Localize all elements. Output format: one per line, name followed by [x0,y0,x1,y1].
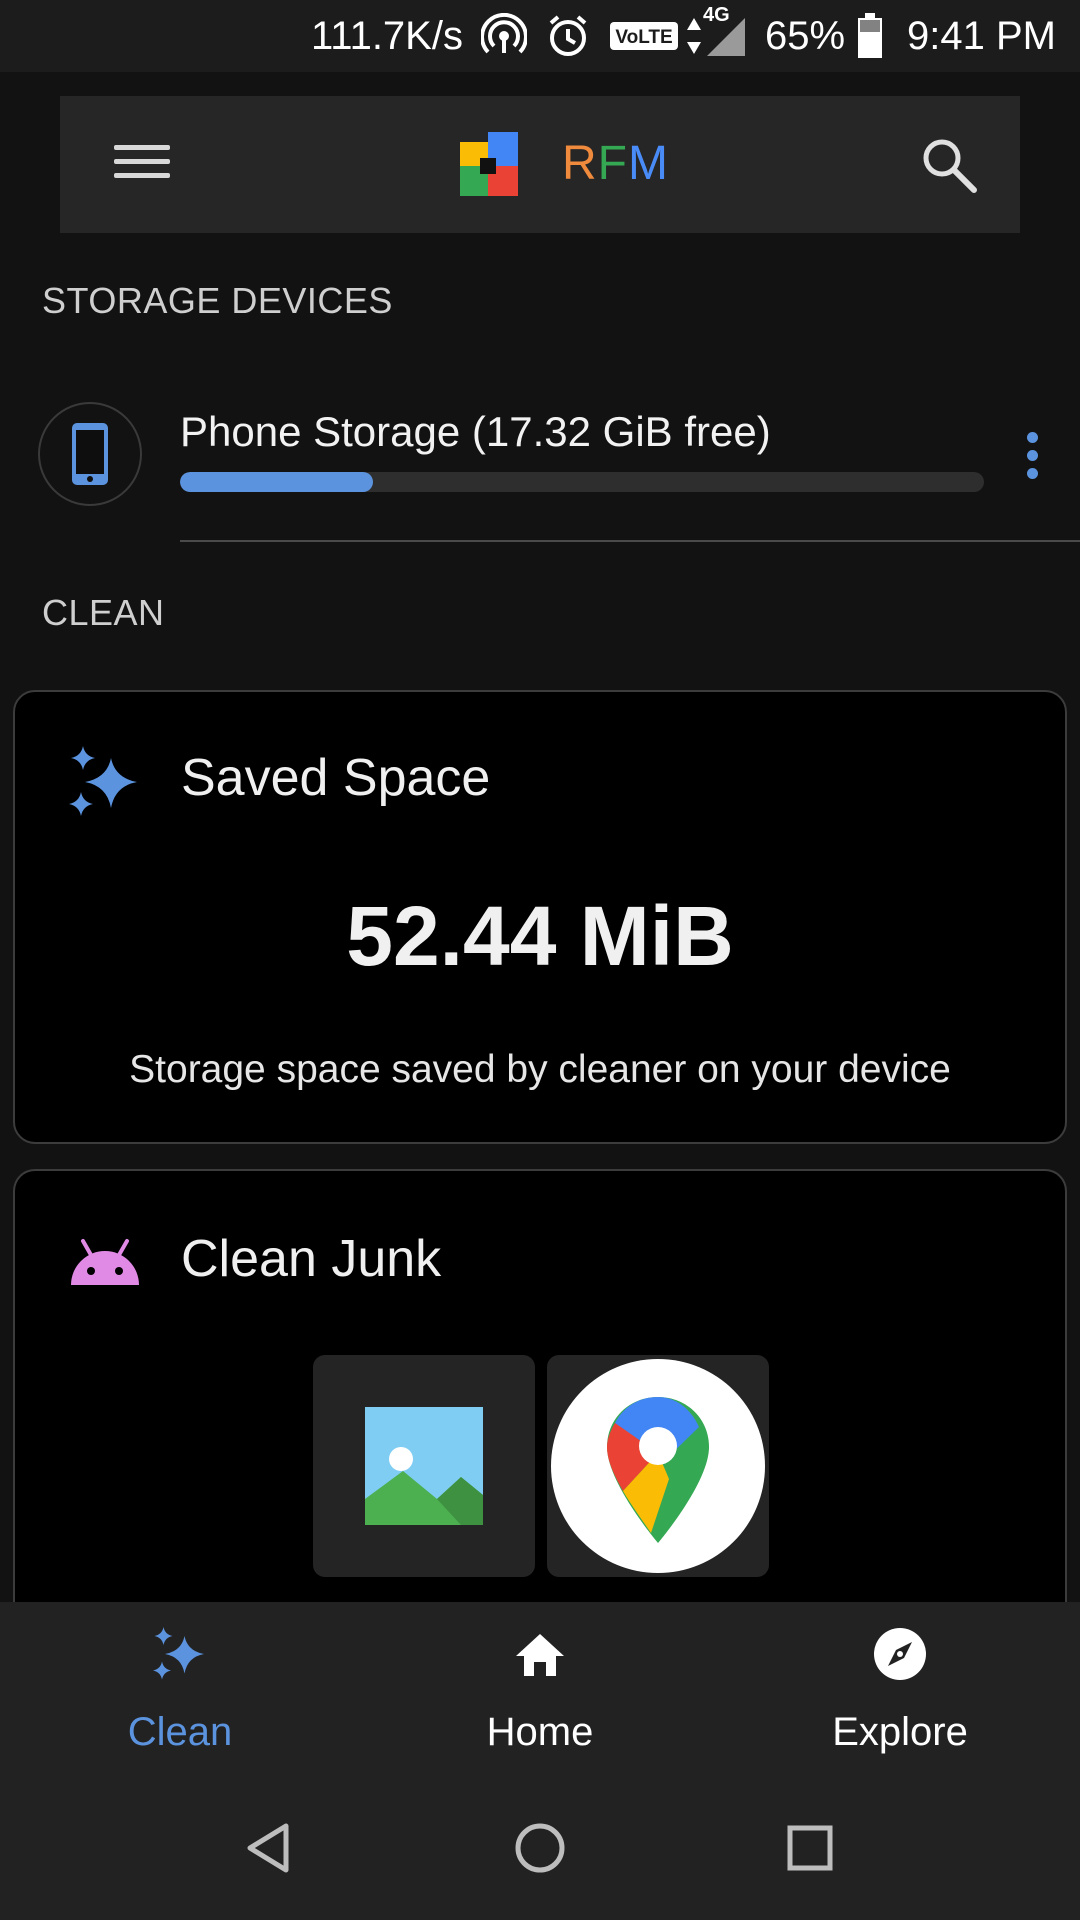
app-title: RFM [562,136,669,191]
alarm-icon [545,13,591,59]
nav-home[interactable]: Home [360,1602,720,1780]
network-type: 4G [702,4,730,26]
saved-space-card[interactable]: Saved Space 52.44 MiB Storage space save… [13,690,1067,1144]
home-circle-icon[interactable] [510,1818,570,1878]
nav-explore-label: Explore [832,1710,968,1754]
saved-space-title: Saved Space [181,749,491,807]
clean-junk-title: Clean Junk [181,1230,442,1288]
phone-icon [38,402,142,506]
maps-app-icon[interactable] [547,1355,769,1577]
app-bar: RFM [60,96,1020,233]
battery-percent: 65% [764,13,846,58]
net-speed: 111.7K/s [311,13,463,58]
phone-storage-item[interactable]: Phone Storage (17.32 GiB free) [0,386,1080,546]
battery-icon [857,13,883,59]
app-title-m: M [628,137,669,190]
back-icon[interactable] [240,1818,300,1878]
recents-icon[interactable] [780,1818,840,1878]
signal-icon: 4G [703,4,747,58]
bottom-navigation: Clean Home Explore [0,1602,1080,1780]
gallery-app-icon[interactable] [313,1355,535,1577]
clean-header: CLEAN [42,592,165,633]
phone-storage-label: Phone Storage (17.32 GiB free) [180,408,771,455]
compass-icon [870,1624,930,1684]
nav-home-label: Home [486,1710,594,1754]
saved-space-description: Storage space saved by cleaner on your d… [129,1048,951,1091]
sparkle-icon [150,1624,210,1684]
search-icon[interactable] [918,134,980,196]
hamburger-menu-icon[interactable] [114,136,172,194]
volte-icon: VoLTE [609,21,679,51]
nav-clean-label: Clean [127,1710,233,1754]
storage-usage-fill [180,472,373,492]
storage-usage-bar [180,472,984,492]
nav-explore[interactable]: Explore [720,1602,1080,1780]
system-navigation-bar [0,1780,1080,1920]
home-icon [510,1624,570,1684]
nav-clean[interactable]: Clean [0,1602,360,1780]
data-arrows-icon [685,14,703,58]
app-logo [458,130,522,200]
status-bar: 111.7K/s VoLTE 4G 65% 9:41 PM [0,0,1080,72]
storage-devices-header: STORAGE DEVICES [42,280,393,321]
app-title-r: R [562,137,598,190]
hotspot-icon [480,13,527,59]
sparkle-icon [65,742,145,822]
app-title-f: F [597,137,628,190]
saved-space-value: 52.44 MiB [346,889,734,983]
more-vert-icon[interactable] [1016,426,1048,486]
volte-label: VoLTE [615,27,672,48]
android-icon [65,1231,145,1311]
divider [180,540,1080,542]
clock: 9:41 PM [907,13,1056,58]
